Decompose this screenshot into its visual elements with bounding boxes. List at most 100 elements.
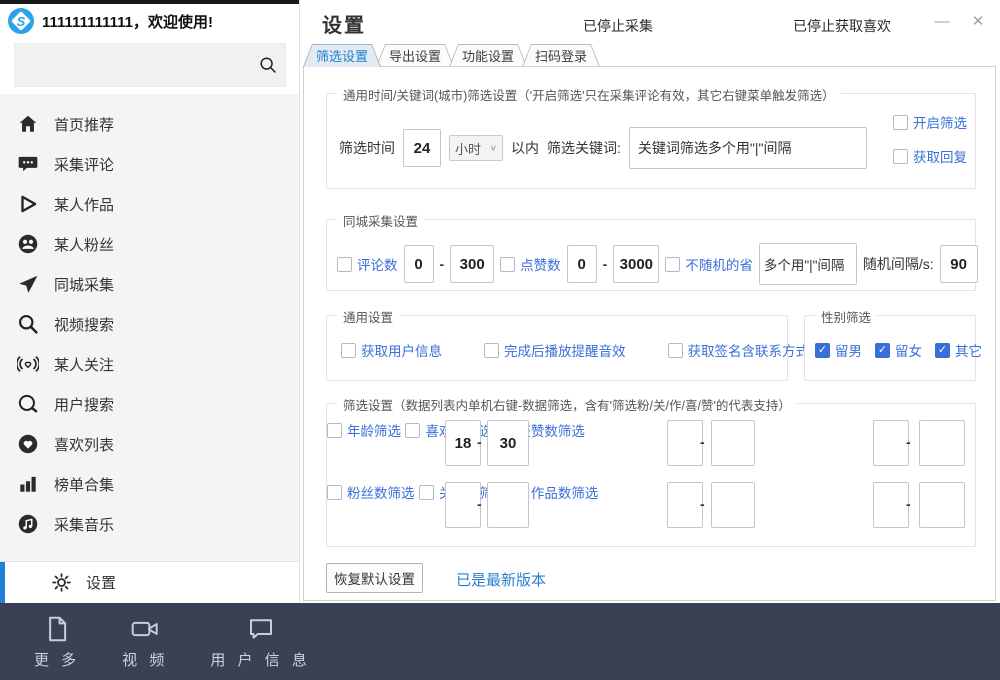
like-count-checkbox[interactable]: 点赞数 [500, 254, 561, 274]
sidebar-item-collect-music[interactable]: 采集音乐 [0, 504, 299, 544]
fans-max-input[interactable] [487, 482, 529, 528]
checkbox-box [419, 485, 434, 500]
logo-letter: S [8, 8, 34, 34]
likes-min-input[interactable] [667, 420, 703, 466]
sidebar-item-user-fans[interactable]: 某人粉丝 [0, 224, 299, 264]
sidebar-item-user-works[interactable]: 某人作品 [0, 184, 299, 224]
tab-content-panel: 通用时间/关键词(城市)筛选设置（'开启筛选'只在采集评论有效，其它右键菜单触发… [303, 66, 996, 601]
magnifier-icon [16, 312, 40, 336]
checkbox-box [668, 343, 683, 358]
sidebar-item-user-follow[interactable]: 某人关注 [0, 344, 299, 384]
latest-version-link[interactable]: 已是最新版本 [456, 569, 546, 590]
search-icon[interactable] [251, 55, 285, 75]
comment-min-input[interactable] [404, 245, 434, 283]
non-random-province-checkbox[interactable]: 不随机的省 [665, 254, 753, 274]
checkbox-box [893, 115, 908, 130]
checkbox-box [405, 423, 420, 438]
tab-filter-settings[interactable]: 筛选设置 [303, 44, 381, 67]
bottom-item-more[interactable]: 更 多 [34, 613, 80, 670]
works-max-input[interactable] [919, 482, 965, 528]
age-min-input[interactable] [445, 420, 481, 466]
sidebar-item-home-recommend[interactable]: 首页推荐 [0, 104, 299, 144]
search-input[interactable] [15, 44, 251, 86]
collect-status-text: 已停止采集 [583, 16, 653, 36]
follow-min-input[interactable] [667, 482, 703, 528]
comment-max-input[interactable] [450, 245, 494, 283]
filter-time-input[interactable] [403, 129, 441, 167]
app-logo: S [8, 8, 34, 34]
signature-contact-checkbox[interactable]: 获取签名含联系方式 [668, 340, 810, 360]
filter-time-label: 筛选时间 [339, 138, 395, 158]
keep-other-checkbox[interactable]: ✓ 其它 [935, 340, 982, 360]
sidebar-item-likes-list[interactable]: 喜欢列表 [0, 424, 299, 464]
checkbox-box [484, 343, 499, 358]
enable-filter-checkbox[interactable]: 开启筛选 [893, 112, 967, 132]
like-max-input[interactable] [613, 245, 659, 283]
keep-male-checkbox[interactable]: ✓ 留男 [815, 340, 862, 360]
sidebar-item-user-search[interactable]: 用户搜索 [0, 384, 299, 424]
time-unit-select[interactable]: 小时 ∨ [449, 135, 503, 161]
app-window: S 111111111111，欢迎使用! 首页推荐 采集评论 [0, 0, 1000, 680]
comment-count-checkbox[interactable]: 评论数 [337, 254, 398, 274]
fans-min-input[interactable] [445, 482, 481, 528]
sidebar-item-collect-comments[interactable]: 采集评论 [0, 144, 299, 184]
user-search-icon [16, 392, 40, 416]
within-label: 以内 [511, 138, 539, 158]
works-min-input[interactable] [873, 482, 909, 528]
sidebar-item-video-search[interactable]: 视频搜索 [0, 304, 299, 344]
welcome-title: 111111111111，欢迎使用! [42, 11, 213, 32]
heart-circle-icon [16, 432, 40, 456]
play-icon [16, 192, 40, 216]
sidebar-item-rank-collection[interactable]: 榜单合集 [0, 464, 299, 504]
get-user-info-checkbox[interactable]: 获取用户信息 [341, 340, 442, 360]
tab-function-settings[interactable]: 功能设置 [449, 44, 527, 67]
settings-tabs: 筛选设置 导出设置 功能设置 扫码登录 [303, 44, 595, 67]
home-icon [16, 112, 40, 136]
close-button[interactable]: ✕ [966, 10, 990, 32]
keep-female-checkbox[interactable]: ✓ 留女 [875, 340, 922, 360]
file-icon [42, 613, 72, 645]
age-max-input[interactable] [487, 420, 529, 466]
keyword-input[interactable] [629, 127, 867, 169]
reset-defaults-button[interactable]: 恢复默认设置 [326, 563, 423, 593]
checkbox-box [665, 257, 680, 272]
tab-qr-login[interactable]: 扫码登录 [522, 44, 600, 67]
comment-icon [16, 152, 40, 176]
checkbox-box [327, 423, 342, 438]
tab-export-settings[interactable]: 导出设置 [376, 44, 454, 67]
checkbox-box [337, 257, 352, 272]
sidebar-search-band [0, 38, 299, 94]
likes-status-text: 已停止获取喜欢 [793, 16, 891, 36]
main-area: 设置 已停止采集 已停止获取喜欢 — ✕ 筛选设置 导出设置 功能设置 扫码登录… [300, 0, 1000, 603]
fans-count-filter-checkbox[interactable]: 粉丝数筛选 [327, 482, 415, 502]
checkbox-box [500, 257, 515, 272]
video-camera-icon [129, 613, 161, 645]
sidebar-header: S 111111111111，欢迎使用! [0, 4, 299, 38]
sidebar-item-city-collect[interactable]: 同城采集 [0, 264, 299, 304]
bottom-item-user-info[interactable]: 用 户 信 息 [210, 613, 311, 670]
praise-max-input[interactable] [919, 420, 965, 466]
checkbox-box [341, 343, 356, 358]
settings-label: 设置 [86, 572, 116, 593]
bottom-item-video[interactable]: 视 频 [122, 613, 168, 670]
page-title: 设置 [322, 9, 366, 38]
minimize-button[interactable]: — [930, 10, 954, 32]
sidebar-menu: 首页推荐 采集评论 某人作品 某人粉丝 同城采集 视频搜索 [0, 104, 299, 544]
group-legend: 通用设置 [337, 307, 399, 326]
sidebar: S 111111111111，欢迎使用! 首页推荐 采集评论 [0, 0, 300, 603]
like-min-input[interactable] [567, 245, 597, 283]
keyword-label: 筛选关键词: [547, 138, 621, 158]
random-interval-input[interactable] [940, 245, 978, 283]
checkmark-icon: ✓ [815, 343, 830, 358]
likes-max-input[interactable] [711, 420, 755, 466]
bar-chart-icon [16, 472, 40, 496]
follow-max-input[interactable] [711, 482, 755, 528]
play-sound-checkbox[interactable]: 完成后播放提醒音效 [484, 340, 626, 360]
active-item-accent [0, 562, 5, 603]
praise-min-input[interactable] [873, 420, 909, 466]
sidebar-item-settings[interactable]: 设置 [0, 561, 299, 603]
province-input[interactable] [759, 243, 857, 285]
age-filter-checkbox[interactable]: 年龄筛选 [327, 420, 401, 440]
checkmark-icon: ✓ [935, 343, 950, 358]
get-reply-checkbox[interactable]: 获取回复 [893, 146, 967, 166]
